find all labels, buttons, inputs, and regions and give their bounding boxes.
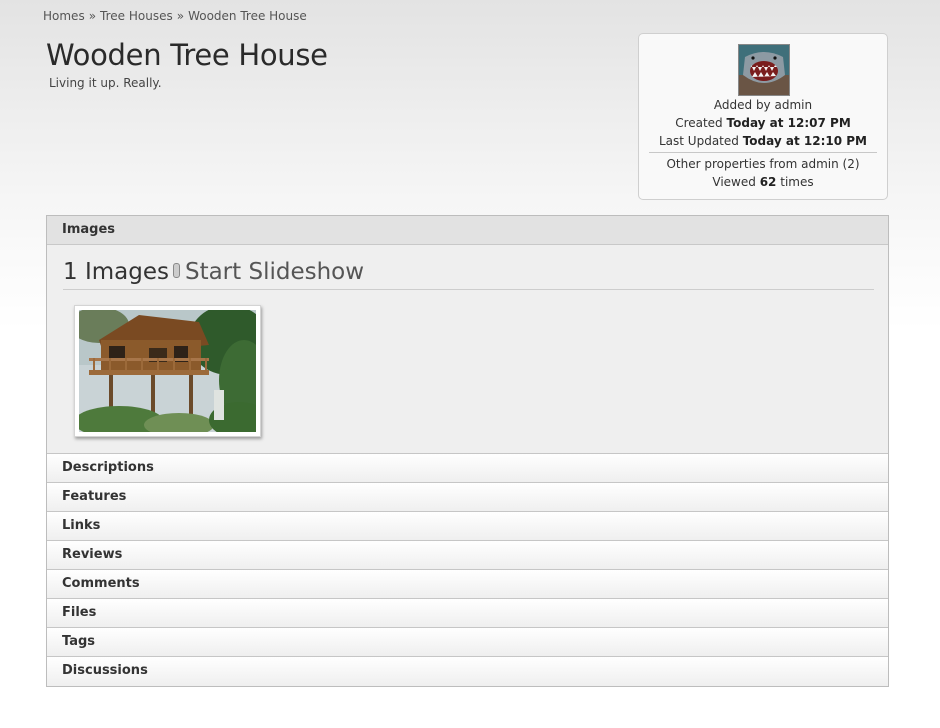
section-header-links[interactable]: Links [47, 512, 888, 541]
updated-label: Last Updated [659, 134, 739, 148]
section-header-features[interactable]: Features [47, 483, 888, 512]
shark-avatar-icon [739, 45, 789, 95]
start-slideshow-link[interactable]: Start Slideshow [185, 259, 364, 285]
breadcrumb-current: Wooden Tree House [188, 9, 307, 23]
breadcrumb-tree-houses[interactable]: Tree Houses [100, 9, 173, 23]
section-header-files[interactable]: Files [47, 599, 888, 628]
image-thumbnail[interactable] [74, 305, 261, 437]
images-heading: 1 Images Start Slideshow [63, 259, 364, 285]
breadcrumb-separator: » [176, 9, 185, 23]
viewed-count: 62 [759, 175, 777, 189]
breadcrumb-separator: » [88, 9, 97, 23]
other-properties-link[interactable]: Other properties from admin (2) [666, 157, 859, 171]
info-divider [649, 152, 877, 153]
section-header-tags[interactable]: Tags [47, 628, 888, 657]
created-value: Today at 12:07 PM [726, 116, 851, 130]
added-by-user-link[interactable]: admin [774, 98, 812, 112]
viewed-label: Viewed [712, 175, 756, 189]
avatar[interactable] [738, 44, 790, 96]
viewed-suffix: times [780, 175, 814, 189]
property-info-box: Added by admin Created Today at 12:07 PM… [638, 33, 888, 200]
images-count: 1 Images [63, 259, 169, 285]
created-label: Created [675, 116, 723, 130]
tree-house-photo-icon [79, 310, 256, 432]
images-section-body: 1 Images Start Slideshow [47, 245, 888, 454]
images-heading-rule [63, 289, 874, 290]
created-line: Created Today at 12:07 PM [639, 116, 887, 130]
section-header-comments[interactable]: Comments [47, 570, 888, 599]
viewed-line: Viewed 62 times [639, 175, 887, 189]
added-by-label: Added by [713, 98, 771, 112]
added-by-line: Added by admin [639, 98, 887, 112]
page-subtitle: Living it up. Really. [49, 76, 162, 90]
section-header-discussions[interactable]: Discussions [47, 657, 888, 686]
section-list: Descriptions Features Links Reviews Comments… [47, 454, 888, 686]
section-header-reviews[interactable]: Reviews [47, 541, 888, 570]
property-sections-panel: Images 1 Images Start Slideshow Descript… [46, 215, 889, 687]
breadcrumb-homes[interactable]: Homes [43, 9, 85, 23]
updated-line: Last Updated Today at 12:10 PM [639, 134, 887, 148]
breadcrumb: Homes» Tree Houses» Wooden Tree House [43, 9, 307, 23]
updated-value: Today at 12:10 PM [742, 134, 867, 148]
slideshow-divider-icon [172, 263, 180, 278]
other-properties-line: Other properties from admin (2) [639, 157, 887, 171]
section-header-images[interactable]: Images [47, 216, 888, 245]
section-header-descriptions[interactable]: Descriptions [47, 454, 888, 483]
page-title: Wooden Tree House [46, 38, 328, 72]
